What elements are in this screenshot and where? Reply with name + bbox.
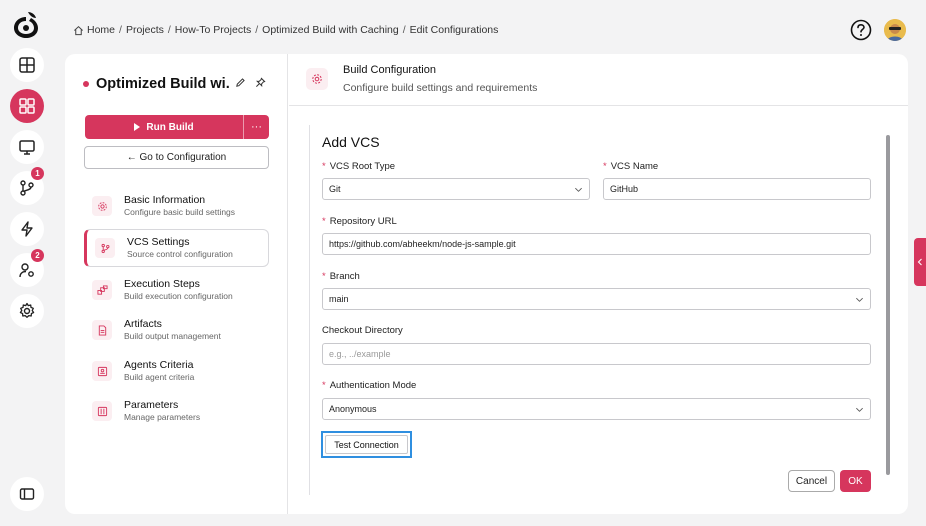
gear-icon [97, 201, 107, 211]
status-dot [83, 81, 89, 87]
chevron-down-icon [856, 297, 863, 302]
nav-label: Parameters [124, 399, 179, 411]
test-connection-button[interactable]: Test Connection [325, 435, 408, 454]
run-build-group: Run Build ··· [85, 115, 269, 139]
vcs-root-type-label: * VCS Root Type [322, 161, 396, 172]
file-icon [98, 324, 106, 336]
vcs-name-label: * VCS Name [603, 161, 659, 172]
breadcrumb-separator: / [167, 24, 171, 36]
avatar[interactable] [884, 19, 906, 41]
sidebar-toggle-icon [19, 488, 35, 500]
gear-icon [19, 302, 35, 318]
rail-dashboard[interactable] [10, 48, 44, 82]
left-rail: 1 2 [0, 0, 52, 526]
nav-parameters[interactable]: Parameters Manage parameters [84, 392, 269, 430]
lightning-icon [21, 221, 33, 237]
authentication-mode-label: * Authentication Mode [322, 380, 417, 391]
breadcrumb-separator: / [255, 24, 259, 36]
git-branch-icon [101, 243, 109, 253]
project-title: Optimized Build wi... [96, 76, 230, 92]
git-branch-icon [20, 180, 34, 196]
nav-sublabel: Manage parameters [124, 412, 201, 422]
chevron-down-icon [856, 407, 863, 412]
checkout-directory-input[interactable]: e.g., ../example [322, 343, 871, 365]
breadcrumb-projects[interactable]: Projects [126, 24, 164, 36]
layout-icon [19, 57, 35, 73]
vcs-root-type-select[interactable]: Git [322, 178, 590, 200]
breadcrumb: Home / Projects / How-To Projects / Opti… [73, 24, 498, 36]
test-connection-focus-ring: Test Connection [321, 431, 412, 458]
nav-basic-information[interactable]: Basic Information Configure basic build s… [84, 187, 269, 225]
grid-icon [19, 98, 35, 114]
vcs-name-input[interactable]: GitHub [603, 178, 871, 200]
nav-sublabel: Build execution configuration [124, 291, 233, 301]
steps-icon [96, 284, 108, 295]
gear-icon [312, 74, 322, 84]
nav-label: Basic Information [124, 194, 206, 206]
breadcrumb-project[interactable]: Optimized Build with Caching [262, 24, 399, 36]
rail-settings[interactable] [10, 294, 44, 328]
pin-icon[interactable] [255, 77, 266, 88]
breadcrumb-home[interactable]: Home [87, 24, 115, 36]
agent-icon [97, 366, 107, 376]
nav-agents-criteria[interactable]: Agents Criteria Build agent criteria [84, 352, 269, 390]
run-build-label: Run Build [146, 121, 194, 133]
nav-label: Execution Steps [124, 278, 200, 290]
chevron-left-icon [917, 258, 922, 266]
nav-vcs-settings[interactable]: VCS Settings Source control configuration [84, 229, 269, 267]
breadcrumb-separator: / [119, 24, 122, 36]
header-title: Build Configuration [343, 64, 436, 76]
logo-icon [14, 12, 38, 38]
rail-builds[interactable] [10, 212, 44, 246]
checkout-directory-label: Checkout Directory [322, 325, 403, 336]
add-vcs-form: Add VCS * VCS Root Type Git * VCS Name Git… [309, 125, 890, 495]
breadcrumb-separator: / [402, 24, 406, 36]
home-icon [74, 25, 83, 35]
authentication-mode-select[interactable]: Anonymous [322, 398, 871, 420]
rail-monitor[interactable] [10, 130, 44, 164]
go-to-configuration-button[interactable]: ← Go to Configuration [84, 146, 269, 169]
sliders-icon [97, 406, 107, 416]
nav-label: VCS Settings [127, 236, 190, 248]
nav-sublabel: Build output management [124, 331, 221, 341]
chevron-down-icon [575, 187, 582, 192]
nav-sublabel: Source control configuration [127, 249, 233, 259]
agents-badge: 2 [31, 249, 44, 262]
header-subtitle: Configure build settings and requirement… [343, 82, 538, 94]
ok-button[interactable]: OK [840, 470, 871, 492]
play-icon [134, 123, 141, 131]
branch-select[interactable]: main [322, 288, 871, 310]
repository-url-label: * Repository URL [322, 216, 397, 227]
nav-artifacts[interactable]: Artifacts Build output management [84, 311, 269, 349]
vcs-badge: 1 [31, 167, 44, 180]
pencil-icon[interactable] [235, 77, 246, 88]
nav-label: Artifacts [124, 318, 162, 330]
rail-projects[interactable] [10, 89, 44, 123]
branch-label: * Branch [322, 271, 360, 282]
nav-sublabel: Configure basic build settings [124, 207, 236, 217]
breadcrumb-howto[interactable]: How-To Projects [175, 24, 251, 36]
run-build-button[interactable]: Run Build [85, 115, 243, 139]
side-panel-toggle[interactable] [914, 238, 926, 286]
form-scrollbar[interactable] [886, 135, 890, 475]
nav-execution-steps[interactable]: Execution Steps Build execution configura… [84, 271, 269, 309]
config-header: Build Configuration Configure build sett… [289, 54, 908, 106]
more-options-button[interactable]: ··· [243, 115, 269, 139]
monitor-icon [19, 140, 35, 155]
main-card: Optimized Build wi... Run Build ··· ← Go… [65, 54, 908, 514]
form-title: Add VCS [322, 134, 380, 150]
rail-agents[interactable]: 2 [10, 249, 44, 287]
help-icon[interactable] [850, 19, 872, 41]
nav-label: Agents Criteria [124, 359, 194, 371]
config-sidebar: Optimized Build wi... Run Build ··· ← Go… [65, 54, 288, 514]
cancel-button[interactable]: Cancel [788, 470, 835, 492]
repository-url-input[interactable]: https://github.com/abheekm/node-js-sampl… [322, 233, 871, 255]
rail-collapse[interactable] [10, 477, 44, 511]
user-gear-icon [19, 263, 34, 278]
breadcrumb-current: Edit Configurations [409, 24, 499, 36]
rail-vcs[interactable]: 1 [10, 167, 44, 205]
nav-sublabel: Build agent criteria [124, 372, 195, 382]
